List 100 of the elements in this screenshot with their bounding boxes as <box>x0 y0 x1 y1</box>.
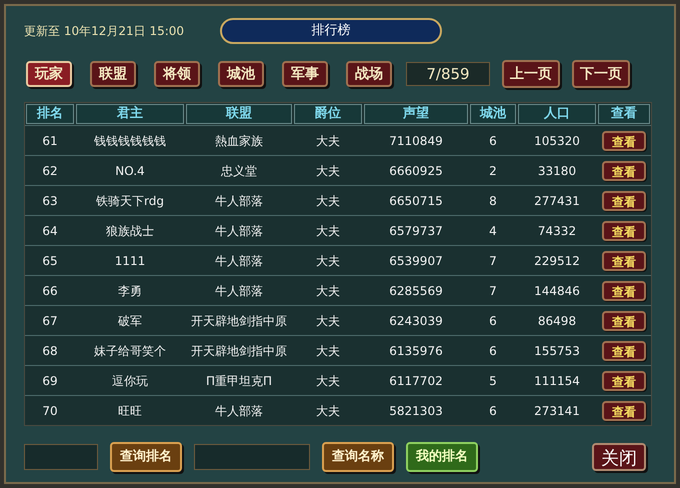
tab[interactable]: 将领 <box>154 61 200 87</box>
table-cell-text: 4 <box>488 222 498 240</box>
input-field[interactable] <box>24 444 98 470</box>
column-header: 君主 <box>76 104 184 124</box>
view-button[interactable]: 查看 <box>602 130 646 150</box>
table-cell-text: 63 <box>41 192 59 210</box>
table-cell-text: 大夫 <box>315 162 341 180</box>
table-cell-text: 62 <box>41 162 59 180</box>
tab[interactable]: 城池 <box>218 61 264 87</box>
table-cell-text: 7110849 <box>388 132 444 150</box>
my-rank-button[interactable]: 我的排名 <box>406 442 478 472</box>
column-header: 爵位 <box>294 104 362 124</box>
table-cell-text: 6660925 <box>388 162 444 180</box>
table-cell-text: 6539907 <box>388 252 444 270</box>
table-cell-text: 大夫 <box>315 342 341 360</box>
table-cell-text: 277431 <box>533 192 581 210</box>
table-cell-text: 钱钱钱钱钱钱 <box>93 132 167 150</box>
table-cell-text: 大夫 <box>315 192 341 210</box>
view-button[interactable]: 查看 <box>602 250 646 270</box>
table-cell-text: 牛人部落 <box>214 222 264 240</box>
view-button[interactable]: 查看 <box>602 400 646 420</box>
table-cell-text: 妹子给哥笑个 <box>93 342 167 360</box>
table-cell-text: 大夫 <box>315 132 341 150</box>
column-header: 排名 <box>26 104 74 124</box>
table-cell-text: 65 <box>41 252 59 270</box>
table-cell-text: 70 <box>41 402 59 420</box>
table-cell-text: 大夫 <box>315 402 341 420</box>
input-field[interactable] <box>194 444 310 470</box>
table-cell-text: 69 <box>41 372 59 390</box>
view-button[interactable]: 查看 <box>602 160 646 180</box>
page-button[interactable]: 上一页 <box>502 60 560 88</box>
table-cell-text: 熱血家族 <box>214 132 264 150</box>
search-button[interactable]: 查询名称 <box>322 442 394 472</box>
table-cell-text: 铁骑天下rdg <box>95 192 165 210</box>
table-cell-text: 33180 <box>536 162 578 180</box>
table-cell-text: 牛人部落 <box>214 282 264 300</box>
tab[interactable]: 玩家 <box>26 61 72 87</box>
table-cell-text: 6 <box>488 402 498 420</box>
view-button[interactable]: 查看 <box>602 370 646 390</box>
table-cell-text: 61 <box>41 132 59 150</box>
column-header: 声望 <box>364 104 468 124</box>
page-indicator: 7/859 <box>406 62 490 86</box>
table-cell-text: 李勇 <box>117 282 143 300</box>
table-cell-text: 6 <box>488 312 498 330</box>
table-cell-text: 6285569 <box>388 282 444 300</box>
table-cell-text: 旺旺 <box>117 402 143 420</box>
view-button[interactable]: 查看 <box>602 190 646 210</box>
table-cell-text: 6243039 <box>388 312 444 330</box>
table-cell-text: 开天辟地剑指中原 <box>190 342 288 360</box>
window-title: 排行榜 <box>312 22 350 40</box>
tab[interactable]: 联盟 <box>90 61 136 87</box>
view-button[interactable]: 查看 <box>602 310 646 330</box>
table-cell-text: 64 <box>41 222 59 240</box>
table-cell-text: 68 <box>41 342 59 360</box>
close-button[interactable]: 关闭 <box>592 443 646 471</box>
tab[interactable]: 军事 <box>282 61 328 87</box>
table-cell-text: 逗你玩 <box>111 372 149 390</box>
column-header: 联盟 <box>186 104 292 124</box>
table-cell-text: 5821303 <box>388 402 444 420</box>
table-cell-text: NO.4 <box>114 162 146 180</box>
tab[interactable]: 战场 <box>346 61 392 87</box>
table-cell-text: Π重甲坦克Π <box>204 372 274 390</box>
table-cell-text: 大夫 <box>315 282 341 300</box>
table-cell-text: 牛人部落 <box>214 192 264 210</box>
table-cell-text: 大夫 <box>315 312 341 330</box>
update-time: 更新至 10年12月21日 15:00 <box>24 23 186 40</box>
table-cell-text: 破军 <box>117 312 143 330</box>
table-cell-text: 牛人部落 <box>214 252 264 270</box>
column-header: 城池 <box>470 104 516 124</box>
table-cell-text: 大夫 <box>315 252 341 270</box>
table-cell-text: 大夫 <box>315 372 341 390</box>
column-header: 人口 <box>518 104 596 124</box>
table-cell-text: 66 <box>41 282 59 300</box>
table-cell-text: 74332 <box>536 222 578 240</box>
view-button[interactable]: 查看 <box>602 220 646 240</box>
table-cell-text: 1111 <box>114 252 146 270</box>
table-cell-text: 6579737 <box>388 222 444 240</box>
table-cell-text: 6117702 <box>388 372 444 390</box>
search-button[interactable]: 查询排名 <box>110 442 182 472</box>
table-cell-text: 开天辟地剑指中原 <box>190 312 288 330</box>
view-button[interactable]: 查看 <box>602 280 646 300</box>
table-cell-text: 忠义堂 <box>220 162 258 180</box>
table-cell-text: 155753 <box>533 342 581 360</box>
view-button[interactable]: 查看 <box>602 340 646 360</box>
table-cell-text: 大夫 <box>315 222 341 240</box>
table-cell-text: 7 <box>488 252 498 270</box>
table-cell-text: 6135976 <box>388 342 444 360</box>
table-cell-text: 6 <box>488 342 498 360</box>
table-cell-text: 牛人部落 <box>214 402 264 420</box>
table-cell-text: 105320 <box>533 132 581 150</box>
table-cell-text: 6 <box>488 132 498 150</box>
table-cell-text: 2 <box>488 162 498 180</box>
table-cell-text: 229512 <box>533 252 581 270</box>
table-cell-text: 6650715 <box>388 192 444 210</box>
page-button[interactable]: 下一页 <box>572 60 630 88</box>
table-cell-text: 7 <box>488 282 498 300</box>
table-cell-text: 273141 <box>533 402 581 420</box>
column-header: 查看 <box>598 104 650 124</box>
table-cell-text: 86498 <box>536 312 578 330</box>
table-cell-text: 67 <box>41 312 59 330</box>
